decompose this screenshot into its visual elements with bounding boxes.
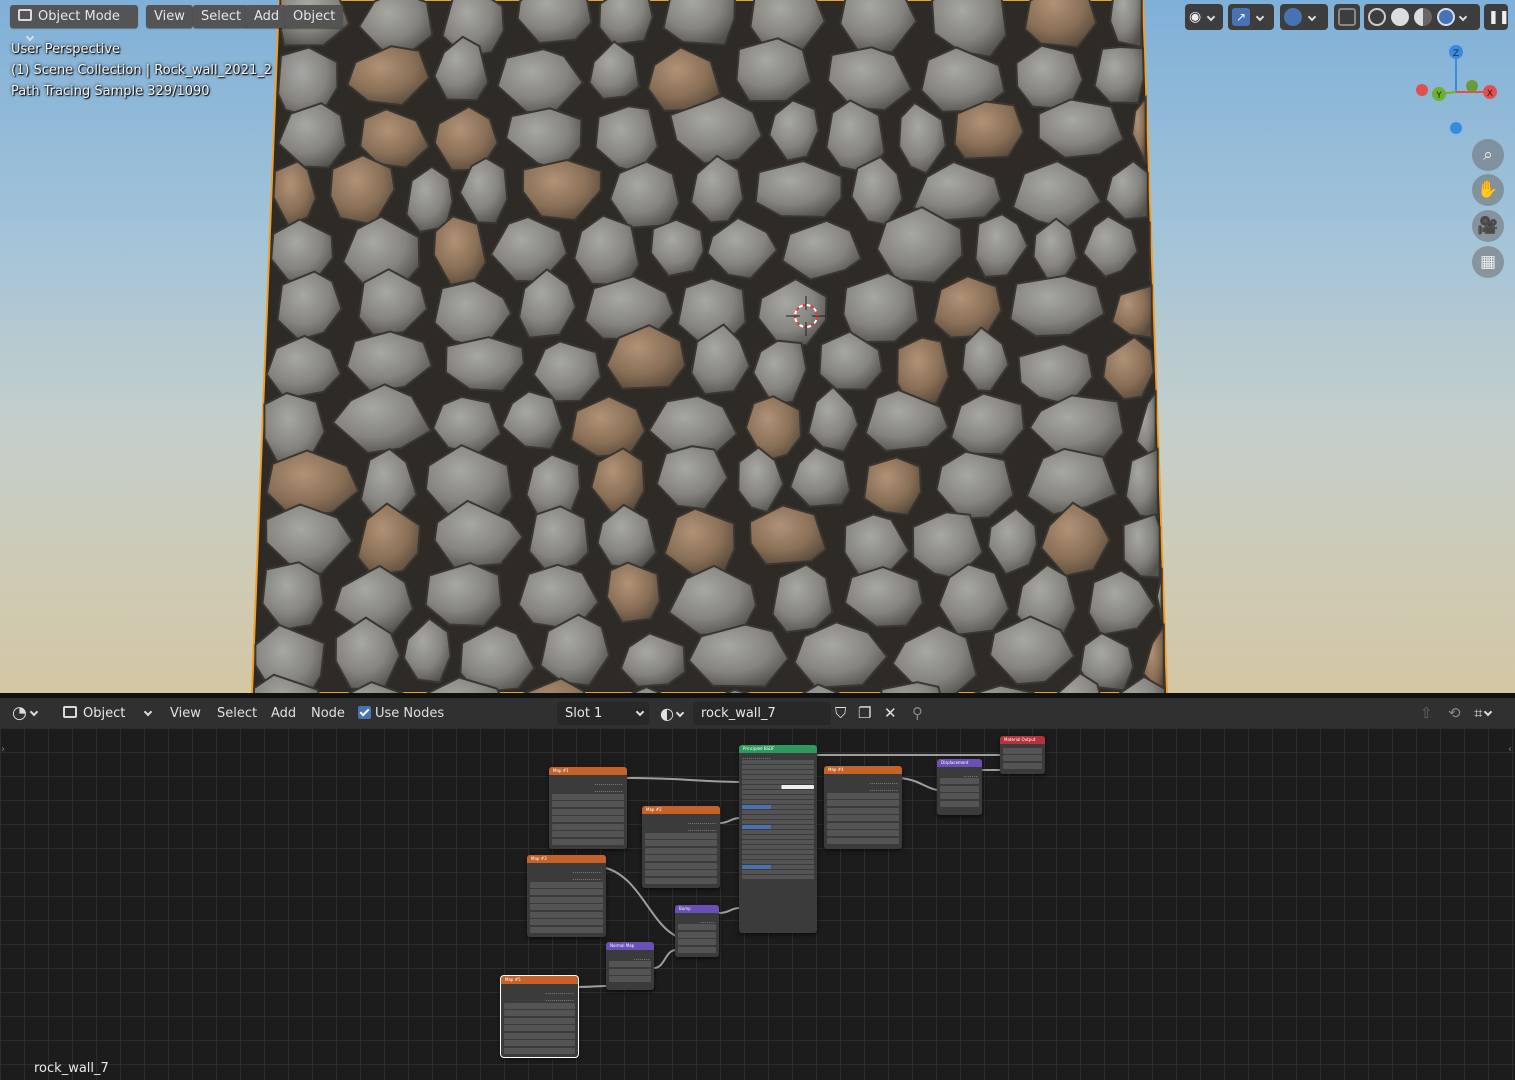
camera-icon[interactable]: 🎥 <box>1472 210 1504 242</box>
texture-node-map-2[interactable]: Map #2 <box>642 806 720 888</box>
node-editor-header: ◔ Object View Select Add Node Use Nodes … <box>0 697 1515 728</box>
rock-wall-render <box>250 0 1169 693</box>
overlays-icon <box>1284 8 1302 26</box>
chevron-down-icon <box>1307 12 1317 22</box>
texture-node-map-5[interactable]: Map #5 <box>500 975 579 1058</box>
axis-z-label: Z <box>1453 49 1459 59</box>
view-menu[interactable]: View <box>146 5 193 28</box>
toggle-sidebar-button[interactable]: ❚❚ <box>1484 4 1510 30</box>
eye-icon: ◉ <box>1189 9 1202 25</box>
use-nodes-checkbox[interactable] <box>358 706 371 719</box>
3d-viewport[interactable]: Object Mode View Select Add Object ◉ ↗ ❚… <box>0 0 1515 693</box>
stone <box>598 0 654 46</box>
stone <box>528 505 590 573</box>
axis-y-label: Y <box>1435 91 1442 101</box>
axis-neg-x-handle[interactable] <box>1416 84 1428 96</box>
sidebar-expand-arrow-icon[interactable]: ‹ <box>1508 744 1512 755</box>
material-sphere-icon: ◐ <box>660 704 674 723</box>
chevron-down-icon <box>25 32 35 42</box>
fake-user-shield-icon[interactable]: ⛉ <box>835 698 846 729</box>
zoom-icon[interactable]: ⌕ <box>1472 139 1504 171</box>
chevron-down-icon <box>143 707 153 717</box>
texture-node-map-3[interactable]: Map #3 <box>527 855 606 937</box>
object-icon <box>63 706 77 718</box>
chevron-down-icon <box>675 708 685 718</box>
pin-icon[interactable]: ⚲ <box>912 698 923 729</box>
shader-type-dropdown[interactable]: Object <box>55 702 155 725</box>
material-shading-icon[interactable] <box>1414 8 1432 26</box>
bump-node[interactable]: Bump <box>675 905 719 957</box>
unlink-material-icon[interactable]: ✕ <box>884 698 897 729</box>
texture-node-map-1[interactable]: Map #1 <box>549 767 627 849</box>
shader-editor-icon: ◔ <box>12 703 27 723</box>
view-name-text: User Perspective <box>11 42 121 57</box>
material-output-node[interactable]: Material Output <box>1000 736 1045 774</box>
normal-map-node[interactable]: Normal Map <box>606 942 654 990</box>
material-name-field[interactable]: rock_wall_7 <box>693 702 831 725</box>
axis-neg-z-handle[interactable] <box>1450 122 1462 134</box>
axis-x-label: X <box>1487 89 1493 99</box>
stone <box>953 100 1025 160</box>
xray-toggle[interactable] <box>1334 4 1360 30</box>
grid-perspective-icon[interactable]: ▦ <box>1472 246 1504 278</box>
stone <box>1093 45 1145 105</box>
editor-type-dropdown[interactable]: ◔ <box>12 698 39 729</box>
slot-dropdown[interactable]: Slot 1 <box>557 702 649 725</box>
pause-icon: ❚❚ <box>1488 9 1510 25</box>
node-node-menu[interactable]: Node <box>311 698 345 729</box>
wireframe-shading-icon[interactable] <box>1368 8 1386 26</box>
chevron-down-icon <box>1458 12 1468 22</box>
add-menu[interactable]: Add <box>246 5 288 28</box>
principled-bsdf-node[interactable]: Principled BSDF <box>739 745 817 933</box>
duplicate-material-icon[interactable]: ❐ <box>858 698 871 729</box>
node-view-menu[interactable]: View <box>170 698 201 729</box>
browse-material-dropdown[interactable]: ◐ <box>660 698 685 729</box>
gizmo-dropdown[interactable]: ↗ <box>1228 4 1274 30</box>
overlays-dropdown[interactable] <box>1280 4 1328 30</box>
toolbar-expand-arrow-icon[interactable]: › <box>1 744 5 755</box>
snap-mode-dropdown[interactable]: ⌗ <box>1474 698 1493 729</box>
object-mode-dropdown[interactable]: Object Mode <box>10 5 138 42</box>
material-name-footer: rock_wall_7 <box>34 1061 109 1076</box>
hand-pan-icon[interactable]: ✋ <box>1472 174 1504 206</box>
shading-modes[interactable] <box>1364 4 1480 30</box>
chevron-down-icon <box>1206 12 1216 22</box>
collection-text: (1) Scene Collection | Rock_wall_2021_2 <box>11 63 273 78</box>
node-canvas[interactable]: Map #1 Map #2 Map #3 Map #4 Map #5 Princ… <box>0 728 1515 1080</box>
node-select-menu[interactable]: Select <box>217 698 257 729</box>
axis-neg-y-handle[interactable] <box>1466 80 1478 92</box>
object-mode-icon <box>18 9 32 21</box>
select-menu[interactable]: Select <box>193 5 250 28</box>
visibility-dropdown[interactable]: ◉ <box>1185 4 1223 30</box>
xray-icon <box>1338 8 1356 26</box>
chevron-down-icon <box>29 707 39 717</box>
chevron-down-icon <box>635 707 645 717</box>
node-add-menu[interactable]: Add <box>271 698 296 729</box>
navigation-gizmo[interactable]: Z X Y <box>1410 40 1506 136</box>
displacement-node[interactable]: Displacement <box>937 759 982 815</box>
snap-toggle-icon[interactable]: ⟲ <box>1448 698 1461 729</box>
texture-node-map-4[interactable]: Map #4 <box>824 766 902 849</box>
render-status-text: Path Tracing Sample 329/1090 <box>11 84 210 99</box>
solid-shading-icon[interactable] <box>1391 8 1409 26</box>
rendered-shading-icon[interactable] <box>1437 8 1455 26</box>
use-nodes-toggle[interactable]: Use Nodes <box>358 698 444 729</box>
parent-node-tree-icon[interactable]: ⇧ <box>1420 698 1433 729</box>
gizmo-icon: ↗ <box>1232 8 1250 26</box>
chevron-down-icon <box>1255 12 1265 22</box>
chevron-down-icon <box>1484 707 1493 717</box>
object-menu[interactable]: Object <box>285 5 344 28</box>
